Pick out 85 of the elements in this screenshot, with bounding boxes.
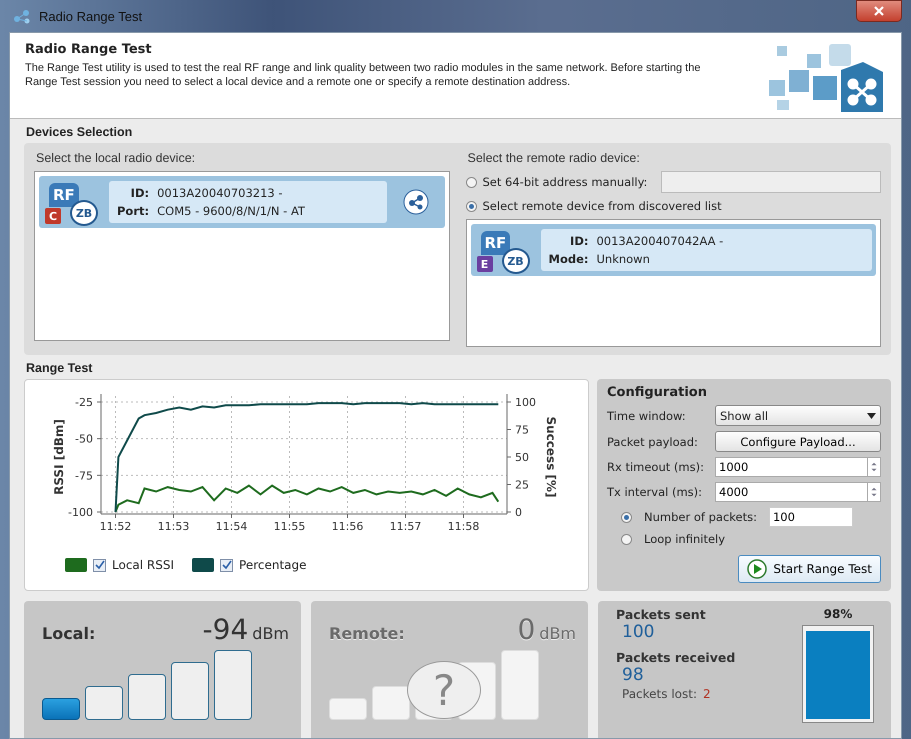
stat-value: 98 <box>622 665 645 685</box>
tick-label: 50 <box>515 451 529 464</box>
meter-label: Local: <box>42 624 96 643</box>
field-label: Rx timeout (ms): <box>607 460 705 474</box>
caret-icon <box>867 412 876 418</box>
tick-label: 11:56 <box>332 520 364 533</box>
header-description: The Range Test utility is used to test the real RF range and link quality between two radio modules in the same network. Before starting the Range Test session you need to select a local device and a remote one or specify a remote destination address. <box>25 61 702 89</box>
app-icon <box>13 8 31 24</box>
stat-label: Packets lost: <box>622 687 697 701</box>
tick-label: 11:55 <box>274 520 306 533</box>
tick-label: -75 <box>75 469 93 482</box>
field-value: COM5 - 9600/8/N/1/N - AT <box>157 204 306 218</box>
role-badge: C <box>45 208 61 224</box>
section-title: Range Test <box>26 361 94 375</box>
field-label: Port: <box>117 204 150 218</box>
section-title: Devices Selection <box>26 125 134 139</box>
unit-label: dBm <box>252 624 289 643</box>
checkbox[interactable] <box>220 558 234 572</box>
header-title: Radio Range Test <box>25 42 153 57</box>
tick-label: -50 <box>75 432 93 446</box>
field-label: ID: <box>130 186 150 200</box>
tick-label: 100 <box>515 396 536 409</box>
option-label: Set 64-bit address manually: <box>482 175 648 189</box>
option-label: Loop infinitely <box>644 532 726 546</box>
tick-label: 11:52 <box>100 520 132 533</box>
role-badge: E <box>476 256 492 272</box>
field-label: Time window: <box>607 408 687 422</box>
zb-logo: ZB <box>70 200 98 226</box>
radio-button[interactable] <box>466 176 476 188</box>
tick-label: -100 <box>68 506 93 519</box>
field-label: Tx interval (ms): <box>607 485 704 499</box>
radio-button[interactable] <box>621 534 632 544</box>
tick-label: 11:53 <box>158 520 190 533</box>
network-icon[interactable] <box>402 189 428 215</box>
field-value: 0013A200407042AA - <box>596 234 724 248</box>
tick-label: 0 <box>515 506 522 519</box>
legend-label: Local RSSI <box>112 558 174 572</box>
close-icon <box>874 6 884 16</box>
rf-logo: RF <box>480 231 510 255</box>
column-label: Select the remote radio device: <box>468 151 641 165</box>
stat-value: 100 <box>622 622 656 642</box>
close-button[interactable] <box>856 0 902 22</box>
field-label: ID: <box>569 234 588 248</box>
tick-label: 25 <box>515 478 529 492</box>
field-label: Packet payload: <box>607 434 699 448</box>
configure-button[interactable]: Configure Payload... <box>715 431 881 452</box>
spin-arrows-icon[interactable] <box>867 457 881 477</box>
tick-label: 11:57 <box>390 520 422 533</box>
spin-arrows-icon[interactable] <box>867 482 881 502</box>
packets-field[interactable]: 100 <box>768 507 853 527</box>
signal-value: -94 <box>202 613 248 646</box>
option-label: Select remote device from discovered list <box>482 199 722 213</box>
spinner-field[interactable]: 1000 <box>715 457 867 477</box>
option-label: Number of packets: <box>644 510 757 524</box>
rf-logo: RF <box>49 183 79 207</box>
tick-label: 11:58 <box>448 520 480 533</box>
axis-title: RSSI [dBm] <box>52 419 66 495</box>
tick-label: 75 <box>515 424 529 436</box>
stat-label: Packets sent <box>616 607 707 622</box>
legend-label: Percentage <box>239 558 307 572</box>
device-item[interactable]: RF E ZB ID: 0013A200407042AA - Mode: Unknown <box>470 224 876 276</box>
panel-title: Configuration <box>607 385 708 400</box>
stat-label: Packets received <box>616 650 736 665</box>
play-icon <box>747 559 768 579</box>
field-value: 0013A20040703213 - <box>157 186 284 200</box>
checkbox[interactable] <box>93 558 106 572</box>
zb-logo: ZB <box>502 248 530 274</box>
spinner-field[interactable]: 4000 <box>715 482 867 502</box>
percent-label: 98% <box>824 607 852 621</box>
start-button[interactable]: Start Range Test <box>738 555 881 583</box>
meter-label: Remote: <box>329 624 405 643</box>
axis-title: Success [%] <box>544 416 558 498</box>
tick-label: -25 <box>75 396 93 409</box>
radio-button[interactable] <box>466 200 476 212</box>
window-title: Radio Range Test <box>39 8 142 24</box>
tick-label: 11:54 <box>216 520 248 533</box>
stat-value: 2 <box>703 687 711 701</box>
field-value: Unknown <box>596 252 651 266</box>
field-label: Mode: <box>548 252 588 266</box>
column-label: Select the local radio device: <box>36 151 196 165</box>
radio-button[interactable] <box>621 512 632 522</box>
device-item[interactable]: RF C ZB ID: 0013A20040703213 - Port: COM5 - 9600/8/N/1/N - AT <box>39 176 444 228</box>
dropdown[interactable]: Show all <box>715 405 881 426</box>
unit-label: dBm <box>539 624 576 643</box>
signal-value: 0 <box>517 613 536 646</box>
